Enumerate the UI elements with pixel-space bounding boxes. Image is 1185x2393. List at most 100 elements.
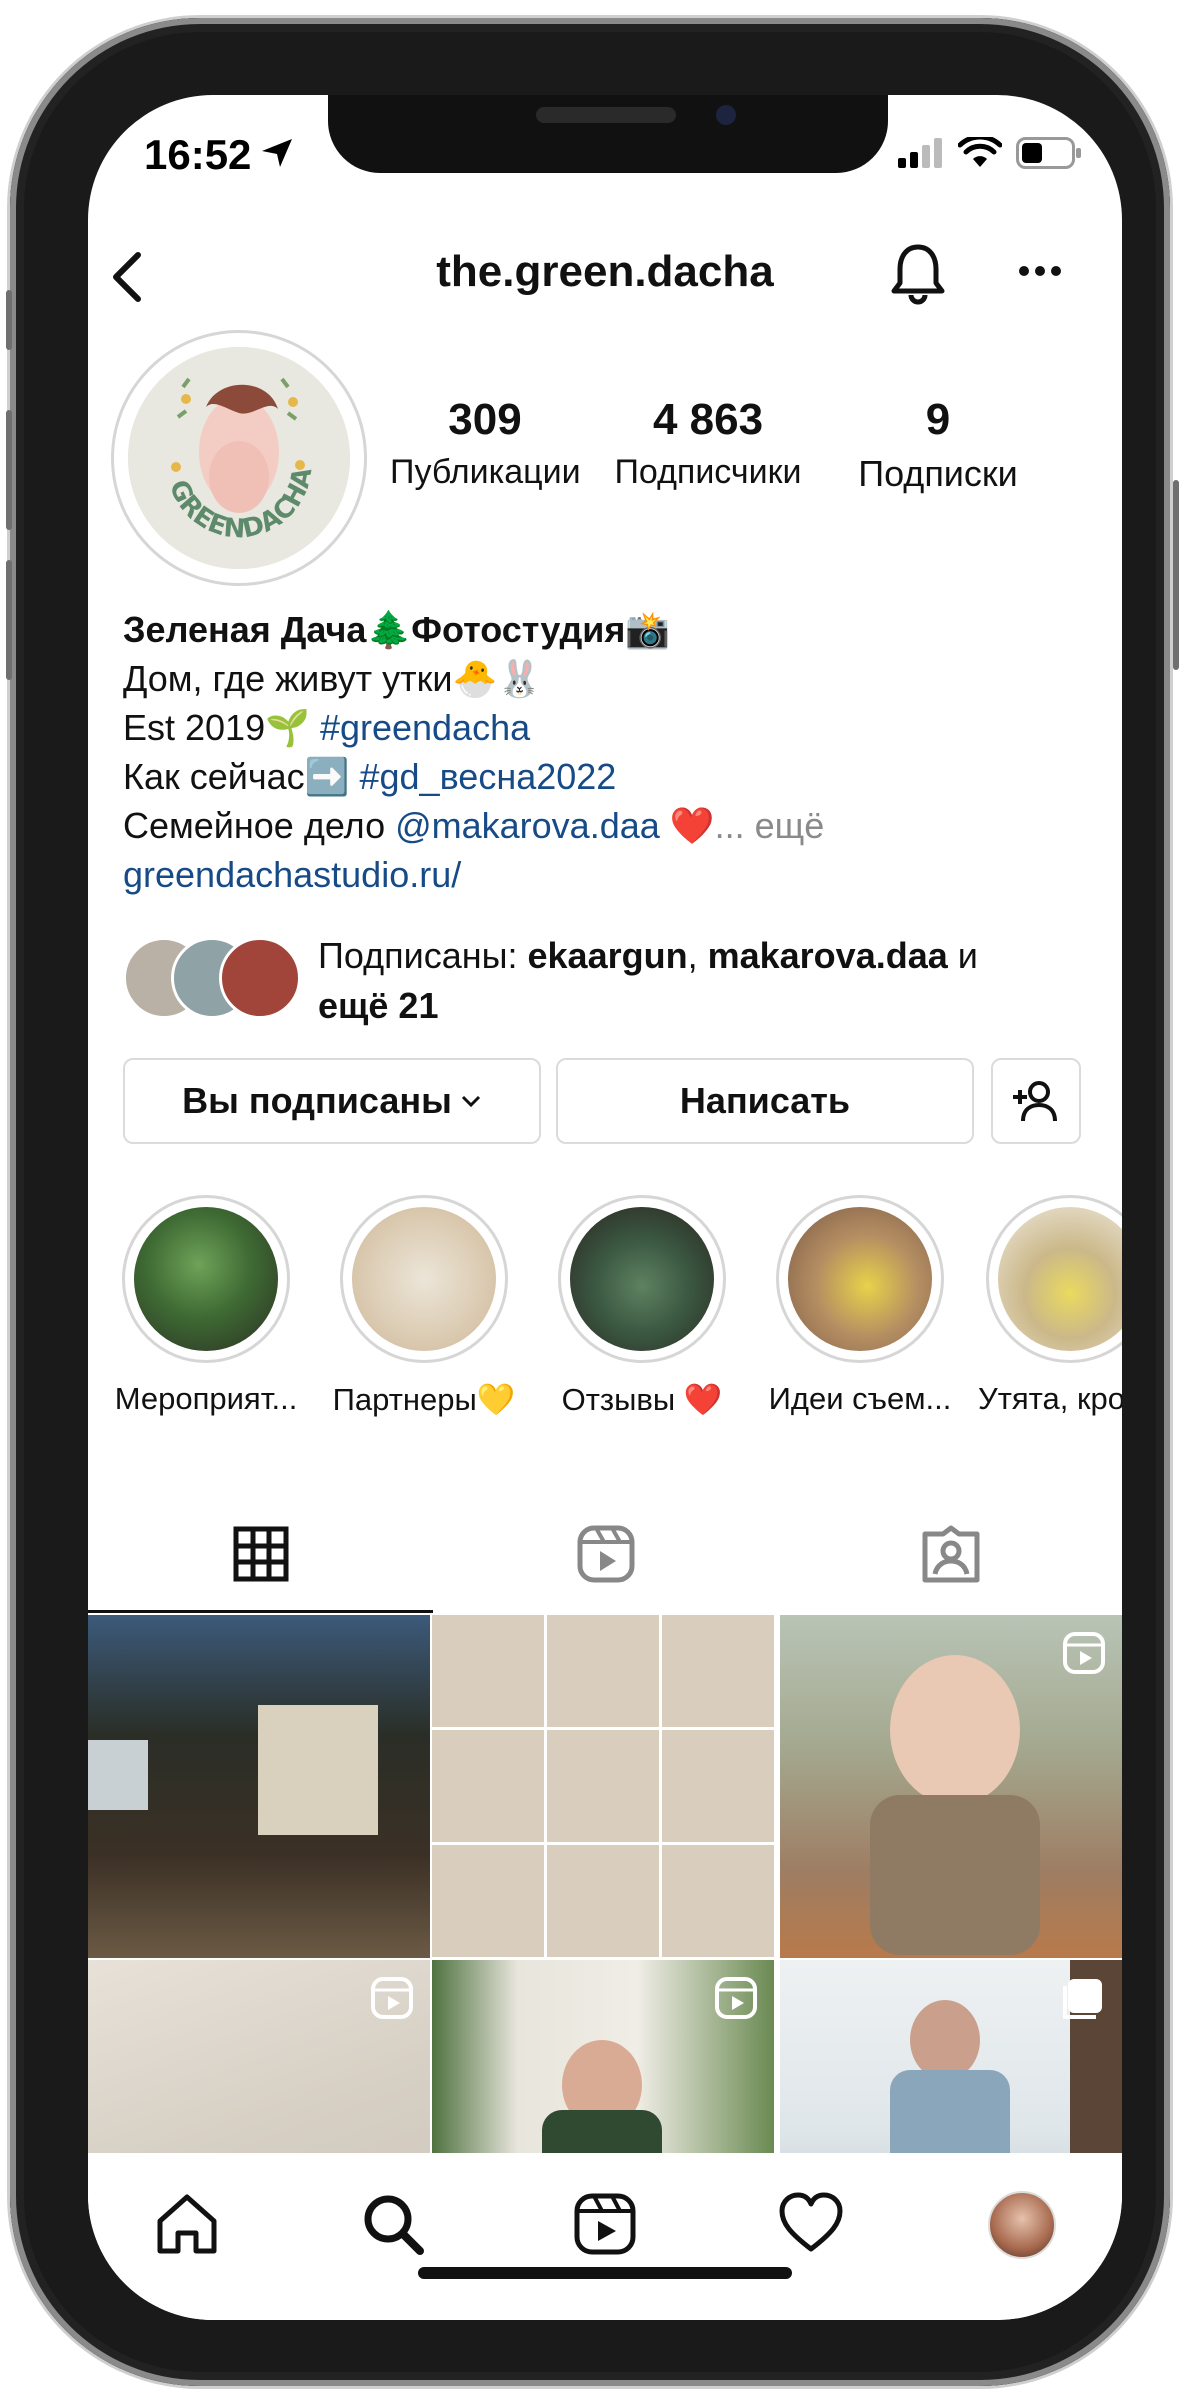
notch bbox=[328, 95, 888, 173]
story-highlight[interactable]: Мероприят... bbox=[106, 1195, 306, 1417]
battery-icon bbox=[1016, 137, 1081, 169]
highlight-image bbox=[134, 1207, 278, 1351]
add-user-icon bbox=[1013, 1081, 1057, 1122]
followed-by-more[interactable]: ещё 21 bbox=[318, 985, 438, 1026]
message-button-label: Написать bbox=[679, 1080, 851, 1121]
and-text: и bbox=[947, 935, 978, 976]
hashtag-link[interactable]: #greendacha bbox=[320, 707, 530, 748]
bio-text: Est 2019🌱 bbox=[123, 707, 320, 748]
message-button[interactable]: Написать bbox=[556, 1058, 974, 1144]
bell-icon[interactable] bbox=[888, 241, 948, 305]
bio-text: Как сейчас➡️ bbox=[123, 756, 360, 797]
bottom-navigation bbox=[88, 2153, 1122, 2320]
phone-screen: 16:52 the.green.dacha GREENDACHA 309 Пуб… bbox=[88, 95, 1122, 2320]
status-icons bbox=[898, 137, 1082, 169]
follower-username[interactable]: ekaargun bbox=[528, 935, 688, 976]
tab-posts-grid[interactable] bbox=[88, 1495, 433, 1613]
story-highlight[interactable]: Утята, кро bbox=[978, 1195, 1122, 1417]
story-highlight[interactable]: Отзывы ❤️ bbox=[542, 1195, 742, 1418]
post-thumbnail[interactable] bbox=[780, 1615, 1122, 1958]
followed-by-prefix: Подписаны: bbox=[318, 935, 528, 976]
sweater-shape bbox=[870, 1795, 1040, 1955]
story-highlight[interactable]: Идеи съем... bbox=[760, 1195, 960, 1417]
follower-avatar bbox=[219, 937, 301, 1019]
posts-count[interactable]: 309 Публикации bbox=[390, 395, 581, 492]
dress-shape bbox=[542, 2110, 662, 2153]
followers-count[interactable]: 4 863 Подписчики bbox=[608, 395, 808, 492]
heart-emoji: ❤️ bbox=[659, 805, 715, 846]
website-link[interactable]: greendachastudio.ru/ bbox=[123, 850, 1083, 899]
posts-count-value: 309 bbox=[448, 395, 522, 444]
profile-avatar-tab[interactable] bbox=[988, 2191, 1056, 2259]
profile-bio: Зеленая Дача🌲Фотостудия📸 Дом, где живут … bbox=[123, 605, 1083, 899]
posts-grid bbox=[88, 1615, 1122, 2153]
following-button-label: Вы подписаны bbox=[182, 1080, 452, 1121]
reel-badge-icon bbox=[715, 1977, 757, 2019]
mention-link[interactable]: @makarova.daa bbox=[395, 805, 660, 846]
suggested-users-button[interactable] bbox=[991, 1058, 1081, 1144]
greendacha-logo: GREENDACHA bbox=[128, 347, 350, 569]
hashtag-link[interactable]: #gd_весна2022 bbox=[359, 756, 616, 797]
highlight-label: Мероприят... bbox=[114, 1381, 298, 1416]
bio-line: Дом, где живут утки🐣🐰 bbox=[123, 658, 543, 699]
following-count[interactable]: 9 Подписки bbox=[833, 395, 1043, 495]
profile-avatar[interactable]: GREENDACHA bbox=[111, 330, 367, 586]
apron-shape bbox=[890, 2070, 1010, 2153]
highlight-ring bbox=[340, 1195, 508, 1363]
heart-icon[interactable] bbox=[778, 2191, 844, 2257]
reel-badge-icon bbox=[1063, 1632, 1105, 1674]
highlight-label: Идеи съем... bbox=[768, 1381, 952, 1416]
mute-switch bbox=[6, 290, 12, 350]
highlight-ring bbox=[776, 1195, 944, 1363]
woman-shape bbox=[910, 2000, 980, 2080]
volume-down-button bbox=[6, 560, 12, 680]
profile-username: the.green.dacha bbox=[436, 247, 774, 296]
post-thumbnail[interactable] bbox=[432, 1615, 774, 1958]
reel-badge-icon bbox=[371, 1977, 413, 2019]
reels-icon bbox=[577, 1525, 634, 1583]
followed-by-text: Подписаны: ekaargun, makarova.daa и ещё 2… bbox=[318, 931, 1078, 1031]
profile-header: the.green.dacha bbox=[88, 235, 1122, 315]
separator: , bbox=[687, 935, 708, 976]
following-button[interactable]: Вы подписаны bbox=[123, 1058, 541, 1144]
highlight-image bbox=[570, 1207, 714, 1351]
search-icon[interactable] bbox=[360, 2191, 426, 2257]
reels-nav-icon[interactable] bbox=[572, 2191, 638, 2257]
status-time: 16:52 bbox=[144, 131, 252, 178]
following-count-label: Подписки bbox=[858, 453, 1018, 494]
power-button bbox=[1173, 480, 1179, 670]
posts-count-label: Публикации bbox=[390, 453, 581, 491]
cellular-signal-icon bbox=[898, 138, 942, 168]
tab-tagged[interactable] bbox=[778, 1495, 1122, 1613]
story-highlight[interactable]: Партнеры💛 bbox=[324, 1195, 524, 1418]
highlight-ring bbox=[122, 1195, 290, 1363]
post-thumbnail[interactable] bbox=[88, 1615, 430, 1958]
chevron-down-icon bbox=[461, 1095, 480, 1108]
post-thumbnail[interactable] bbox=[88, 1960, 430, 2153]
highlight-image bbox=[788, 1207, 932, 1351]
tab-reels[interactable] bbox=[433, 1495, 778, 1613]
house-shape bbox=[258, 1705, 378, 1835]
highlight-label: Отзывы ❤️ bbox=[561, 1382, 723, 1417]
highlight-ring bbox=[558, 1195, 726, 1363]
highlight-label: Партнеры💛 bbox=[332, 1382, 516, 1417]
highlight-label: Утята, кро bbox=[978, 1381, 1122, 1416]
bio-line: Семейное дело @makarova.daa ❤️... ещё bbox=[123, 801, 1083, 850]
followers-count-label: Подписчики bbox=[614, 453, 802, 491]
active-tab-indicator bbox=[88, 1610, 433, 1613]
speaker bbox=[536, 107, 676, 123]
more-options-icon[interactable] bbox=[1018, 265, 1062, 277]
tagged-icon bbox=[922, 1525, 979, 1583]
wifi-icon bbox=[958, 137, 1002, 167]
highlight-ring bbox=[986, 1195, 1122, 1363]
home-indicator[interactable] bbox=[418, 2267, 792, 2279]
follower-username[interactable]: makarova.daa bbox=[708, 935, 948, 976]
followed-by-row[interactable]: Подписаны: ekaargun, makarova.daa и ещё 2… bbox=[123, 931, 1083, 1041]
baby-shape bbox=[890, 1655, 1020, 1805]
post-thumbnail[interactable] bbox=[432, 1960, 774, 2153]
home-icon[interactable] bbox=[154, 2191, 220, 2257]
carousel-badge-icon bbox=[1063, 1979, 1102, 2019]
more-link[interactable]: ... ещё bbox=[715, 805, 825, 846]
post-thumbnail[interactable] bbox=[780, 1960, 1122, 2153]
highlight-image bbox=[352, 1207, 496, 1351]
